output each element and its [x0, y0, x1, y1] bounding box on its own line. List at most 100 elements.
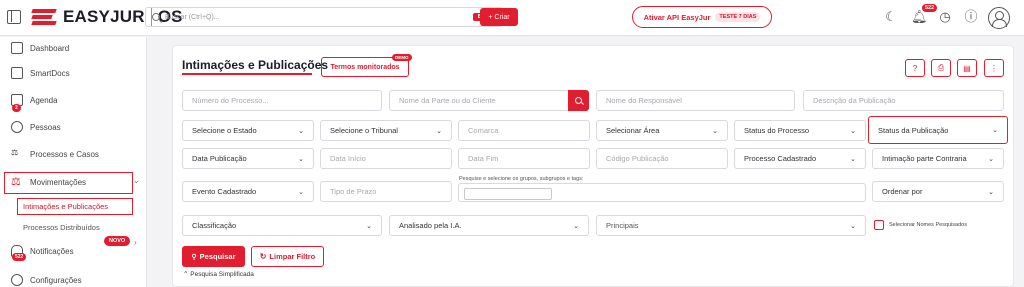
- chevron-down-icon: ⌄: [298, 127, 304, 135]
- sidebar-item-movimentacoes[interactable]: ⚖ Movimentações: [11, 176, 86, 188]
- search-placeholder: Buscar (Ctrl+Q)...: [165, 13, 220, 21]
- sidebar-item-dashboard[interactable]: Dashboard: [11, 42, 69, 54]
- ai-analyzed-select[interactable]: Analisado pela I.A. ⌄: [389, 215, 589, 236]
- sidebar: Dashboard SmartDocs Agenda 2 Pessoas ⚖ P…: [0, 37, 147, 287]
- chevron-up-icon: ⌃: [183, 271, 189, 278]
- sidebar-item-label: Agenda: [30, 95, 58, 105]
- sidebar-item-label: Processos e Casos: [30, 149, 99, 159]
- agenda-badge: 2: [12, 104, 21, 112]
- select-value: Intimação parte Contraria: [882, 154, 967, 163]
- demo-badge: DEMO: [392, 54, 412, 61]
- state-select[interactable]: Selecione o Estado ⌄: [182, 120, 314, 141]
- main-select[interactable]: Principais ⌄: [596, 215, 866, 236]
- clear-filter-label: Limpar Filtro: [269, 252, 316, 261]
- sidebar-item-label: Configurações: [30, 275, 82, 285]
- publication-description-input[interactable]: Descrição da Publicação: [803, 90, 1004, 111]
- sidebar-item-smartdocs[interactable]: SmartDocs: [11, 67, 70, 79]
- simplified-search-toggle[interactable]: ⌃ Pesquisa Simplificada: [183, 270, 254, 278]
- search-icon: ⚲: [191, 253, 197, 261]
- sidebar-item-label: Movimentações: [30, 177, 87, 187]
- sidebar-item-label: Dashboard: [30, 43, 70, 53]
- sidebar-item-label: Notificações: [30, 246, 74, 256]
- help-icon: ?: [912, 63, 918, 73]
- export-button[interactable]: ▤: [957, 59, 977, 77]
- chevron-down-icon[interactable]: ⌄: [133, 176, 140, 185]
- create-button[interactable]: + Criar: [480, 8, 518, 26]
- activate-api-button[interactable]: Ativar API EasyJur TESTE 7 DIAS: [632, 6, 772, 28]
- chevron-down-icon: ⌄: [850, 127, 856, 135]
- select-value: Selecione o Estado: [192, 126, 257, 135]
- gear-icon: [11, 274, 23, 286]
- global-search-input[interactable]: Buscar (Ctrl+Q)... BETA: [145, 7, 503, 27]
- sidebar-item-processos[interactable]: ⚖ Processos e Casos: [11, 148, 99, 160]
- sidebar-subitem-intimacoes[interactable]: Intimações e Publicações: [23, 202, 108, 211]
- title-underline: [182, 73, 312, 75]
- sidebar-item-pessoas[interactable]: Pessoas: [11, 121, 61, 133]
- help-icon[interactable]: ⓘ: [964, 10, 978, 24]
- end-date-input[interactable]: Data Fim: [458, 148, 590, 169]
- chevron-down-icon: ⌄: [988, 188, 994, 196]
- document-icon: [11, 67, 23, 79]
- publication-status-select[interactable]: Status da Publicação ⌄: [868, 116, 1008, 144]
- publication-date-select[interactable]: Data Publicação ⌄: [182, 148, 314, 169]
- sidebar-item-configuracoes[interactable]: Configurações: [11, 274, 82, 286]
- api-label: Ativar API EasyJur: [643, 12, 711, 22]
- area-select[interactable]: Selecionar Área ⌄: [596, 120, 728, 141]
- home-icon: [11, 42, 23, 54]
- select-names-label: Selecionar Nomes Pesquisados: [889, 222, 967, 228]
- clock-icon[interactable]: ◷: [938, 10, 952, 24]
- more-vertical-icon: ⋮: [990, 63, 998, 73]
- help-button[interactable]: ?: [905, 59, 925, 77]
- responsible-input[interactable]: Nome do Responsável: [596, 90, 795, 111]
- chevron-down-icon: ⌄: [436, 127, 442, 135]
- comarca-input[interactable]: Comarca: [458, 120, 590, 141]
- process-status-select[interactable]: Status do Processo ⌄: [734, 120, 866, 141]
- process-number-input[interactable]: Número do Processo...: [182, 90, 382, 111]
- logo-mark-icon: [31, 7, 58, 27]
- search-icon: [152, 13, 160, 21]
- user-avatar[interactable]: [988, 7, 1010, 29]
- chevron-down-icon: ⌄: [850, 155, 856, 163]
- start-date-input[interactable]: Data Início: [320, 148, 452, 169]
- scale-icon: ⚖: [11, 176, 21, 188]
- chevron-right-icon[interactable]: ›: [134, 238, 137, 247]
- printer-icon: ⎙: [937, 63, 945, 72]
- select-value: Analisado pela I.A.: [399, 221, 462, 230]
- print-button[interactable]: ⎙: [931, 59, 951, 77]
- select-value: Principais: [606, 221, 639, 230]
- chevron-down-icon: ⌄: [366, 222, 372, 230]
- opposing-party-select[interactable]: Intimação parte Contraria ⌄: [872, 148, 1004, 169]
- sidebar-item-label: SmartDocs: [30, 68, 70, 78]
- clear-filter-button[interactable]: ↻ Limpar Filtro: [251, 246, 324, 267]
- chevron-down-icon: ⌄: [992, 127, 998, 134]
- registered-event-select[interactable]: Evento Cadastrado ⌄: [182, 181, 314, 202]
- party-search-button[interactable]: [568, 90, 589, 111]
- select-value: Processo Cadastrado: [744, 154, 817, 163]
- search-button[interactable]: ⚲ Pesquisar: [182, 246, 245, 267]
- more-options-button[interactable]: ⋮: [984, 59, 1004, 77]
- court-select[interactable]: Selecione o Tribunal ⌄: [320, 120, 452, 141]
- groups-hint-label: Pesquise e selecione os grupos, subgrupo…: [459, 176, 584, 182]
- select-value: Data Publicação: [192, 154, 247, 163]
- sidebar-toggle-icon[interactable]: [7, 10, 21, 24]
- party-name-input[interactable]: Nome da Parte ou do Cliente: [389, 90, 569, 111]
- chevron-down-icon: ⌄: [298, 188, 304, 196]
- select-value: Selecionar Área: [606, 126, 660, 135]
- notifications-badge: 522: [12, 253, 27, 261]
- groups-tags-chip[interactable]: [464, 188, 552, 200]
- gavel-icon: ⚖: [11, 148, 19, 157]
- simplified-search-label: Pesquisa Simplificada: [190, 271, 254, 278]
- page-title: Intimações e Publicações: [182, 58, 329, 72]
- notification-badge: 522: [922, 4, 938, 12]
- sidebar-subitem-processos-distribuidos[interactable]: Processos Distribuídos: [23, 223, 100, 232]
- order-by-select[interactable]: Ordenar por ⌄: [872, 181, 1004, 202]
- bell-icon[interactable]: 🔔︎: [911, 10, 928, 24]
- publication-code-input[interactable]: Código Publicação: [596, 148, 728, 169]
- deadline-type-input[interactable]: Tipo de Prazo: [320, 181, 452, 202]
- theme-toggle-icon[interactable]: ☾: [884, 10, 898, 24]
- select-names-checkbox[interactable]: [874, 220, 884, 230]
- select-value: Classificação: [192, 221, 237, 230]
- registered-process-select[interactable]: Processo Cadastrado ⌄: [734, 148, 866, 169]
- logo-text: EASYJUR: [63, 7, 145, 26]
- classification-select[interactable]: Classificação ⌄: [182, 215, 382, 236]
